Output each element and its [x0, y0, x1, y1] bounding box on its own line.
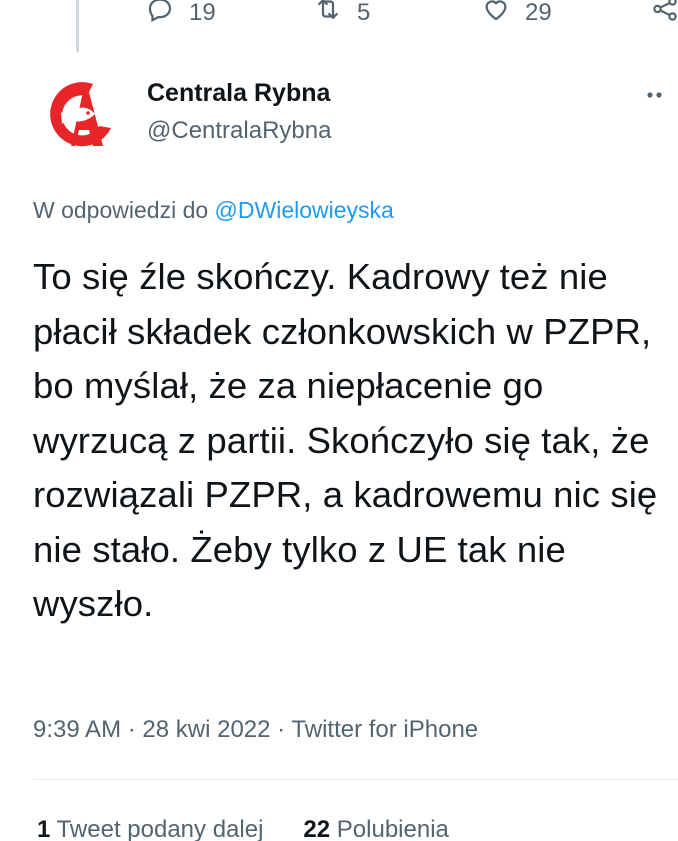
tweet-source[interactable]: Twitter for iPhone	[291, 716, 478, 743]
likes-stat[interactable]: 22 Polubienia	[303, 816, 448, 841]
likes-label: Polubienia	[336, 816, 449, 841]
thread-connector-line	[76, 0, 79, 52]
retweets-count: 1	[37, 816, 51, 841]
reply-to-mention-link[interactable]: @DWielowieyska	[215, 197, 394, 223]
tweet-date[interactable]: 28 kwi 2022	[142, 716, 270, 743]
share-action[interactable]	[650, 0, 678, 31]
tweet-text: To się źle skończy. Kadrowy też nie płac…	[33, 256, 658, 624]
meta-separator: ·	[127, 716, 136, 743]
reply-count: 19	[189, 0, 216, 26]
more-icon	[647, 92, 662, 98]
meta-separator: ·	[277, 716, 286, 743]
share-icon	[650, 0, 678, 31]
centrala-rybna-logo	[33, 70, 121, 158]
more-options-button[interactable]	[646, 88, 672, 100]
like-count: 29	[525, 0, 552, 26]
reply-action[interactable]: 19	[145, 0, 216, 31]
reply-to-prefix: W odpowiedzi do	[33, 197, 209, 223]
avatar[interactable]	[33, 70, 121, 158]
retweet-count: 5	[357, 0, 371, 26]
tweet-detail-view: 19 5 29 Centrala Rybna @CentralaRybna W …	[0, 0, 678, 841]
tweet-stats: 1 Tweet podany dalej 22 Polubienia	[37, 816, 449, 841]
likes-count: 22	[303, 816, 331, 841]
tweet-time[interactable]: 9:39 AM	[33, 716, 121, 743]
like-action[interactable]: 29	[481, 0, 552, 31]
retweet-action[interactable]: 5	[313, 0, 370, 31]
retweets-stat[interactable]: 1 Tweet podany dalej	[37, 816, 263, 841]
author-handle[interactable]: @CentralaRybna	[147, 117, 331, 145]
reply-to-line: W odpowiedzi do @DWielowieyska	[33, 197, 394, 224]
author-display-name[interactable]: Centrala Rybna	[147, 79, 330, 108]
retweets-label: Tweet podany dalej	[56, 816, 264, 841]
tweet-meta: 9:39 AM · 28 kwi 2022 · Twitter for iPho…	[33, 716, 478, 744]
divider	[33, 779, 678, 780]
like-icon	[481, 0, 511, 31]
reply-icon	[145, 0, 175, 31]
retweet-icon	[313, 0, 343, 31]
